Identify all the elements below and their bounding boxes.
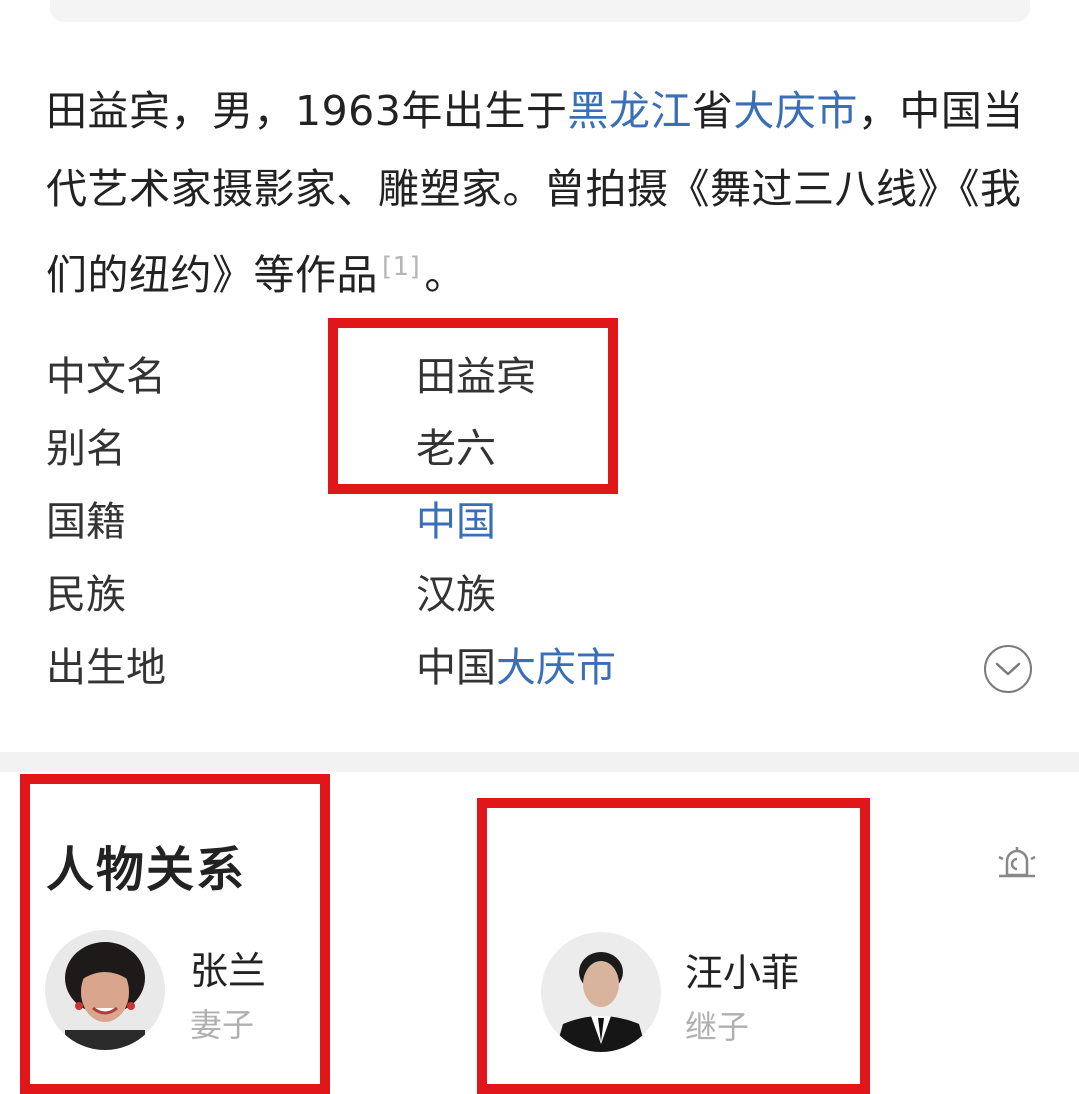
expand-button[interactable] xyxy=(984,645,1032,693)
info-label: 别名 xyxy=(46,426,126,472)
info-value: 汉族 xyxy=(416,572,496,618)
info-row-nationality: 国籍 中国 xyxy=(46,487,1046,557)
chevron-down-icon xyxy=(995,662,1021,676)
highlight-box-stepson xyxy=(477,798,870,1094)
info-value: 中国大庆市 xyxy=(416,633,616,703)
summary-text: 省 xyxy=(691,87,734,135)
info-label: 国籍 xyxy=(46,499,126,545)
section-divider xyxy=(0,752,1079,772)
highlight-box-names xyxy=(328,318,618,494)
link-heilongjiang[interactable]: 黑龙江 xyxy=(567,87,692,135)
info-label: 民族 xyxy=(46,572,126,618)
info-label: 出生地 xyxy=(46,645,166,691)
info-value-text: 中国 xyxy=(416,645,496,691)
info-label: 中文名 xyxy=(46,354,166,400)
info-row-birthplace: 出生地 中国大庆市 xyxy=(46,633,1046,703)
relation-graph-icon[interactable] xyxy=(995,845,1039,881)
summary-text: 田益宾，男，1963年出生于 xyxy=(46,87,568,135)
link-daqing[interactable]: 大庆市 xyxy=(733,87,858,135)
info-row-ethnicity: 民族 汉族 xyxy=(46,560,1046,630)
info-value-link[interactable]: 中国 xyxy=(416,487,496,557)
summary-paragraph: 田益宾，男，1963年出生于黑龙江省大庆市，中国当代艺术家摄影家、雕塑家。曾拍摄… xyxy=(46,72,1036,314)
reference-marker[interactable]: [1] xyxy=(382,252,420,282)
highlight-box-relations xyxy=(20,774,330,1094)
link-daqing-birthplace[interactable]: 大庆市 xyxy=(496,645,616,691)
summary-text: 。 xyxy=(424,251,466,299)
top-search-bar-edge xyxy=(50,0,1030,22)
